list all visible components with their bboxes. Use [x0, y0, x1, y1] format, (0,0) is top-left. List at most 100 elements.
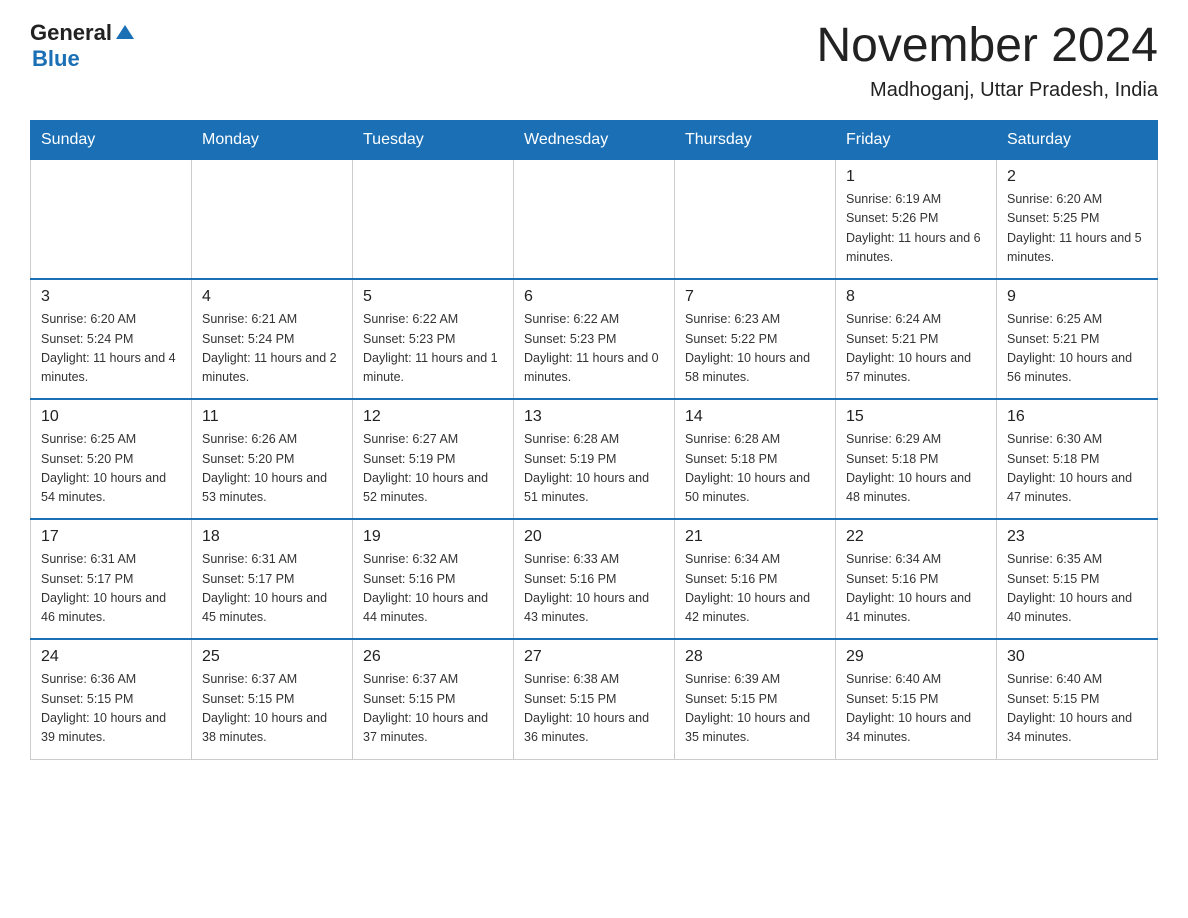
table-row: 19 Sunrise: 6:32 AMSunset: 5:16 PMDayligh… — [353, 519, 514, 639]
calendar-table: Sunday Monday Tuesday Wednesday Thursday… — [30, 120, 1158, 760]
day-number: 11 — [202, 408, 342, 426]
day-number: 7 — [685, 288, 825, 306]
table-row — [514, 159, 675, 279]
table-row: 13 Sunrise: 6:28 AMSunset: 5:19 PMDayligh… — [514, 399, 675, 519]
table-row — [192, 159, 353, 279]
title-section: November 2024 Madhoganj, Uttar Pradesh, … — [816, 20, 1158, 102]
day-info: Sunrise: 6:40 AMSunset: 5:15 PMDaylight:… — [846, 670, 986, 748]
table-row: 22 Sunrise: 6:34 AMSunset: 5:16 PMDayligh… — [836, 519, 997, 639]
calendar-week-row: 10 Sunrise: 6:25 AMSunset: 5:20 PMDayligh… — [31, 399, 1158, 519]
day-info: Sunrise: 6:37 AMSunset: 5:15 PMDaylight:… — [202, 670, 342, 748]
day-number: 6 — [524, 288, 664, 306]
table-row — [675, 159, 836, 279]
day-info: Sunrise: 6:33 AMSunset: 5:16 PMDaylight:… — [524, 550, 664, 628]
table-row — [31, 159, 192, 279]
day-info: Sunrise: 6:22 AMSunset: 5:23 PMDaylight:… — [524, 310, 664, 388]
day-info: Sunrise: 6:20 AMSunset: 5:24 PMDaylight:… — [41, 310, 181, 388]
calendar-week-row: 3 Sunrise: 6:20 AMSunset: 5:24 PMDaylight… — [31, 279, 1158, 399]
header-saturday: Saturday — [997, 120, 1158, 159]
table-row: 9Sunrise: 6:25 AMSunset: 5:21 PMDaylight… — [997, 279, 1158, 399]
day-number: 26 — [363, 648, 503, 666]
day-number: 4 — [202, 288, 342, 306]
table-row — [353, 159, 514, 279]
calendar-subtitle: Madhoganj, Uttar Pradesh, India — [816, 79, 1158, 102]
day-info: Sunrise: 6:31 AMSunset: 5:17 PMDaylight:… — [41, 550, 181, 628]
day-number: 22 — [846, 528, 986, 546]
calendar-week-row: 24Sunrise: 6:36 AMSunset: 5:15 PMDayligh… — [31, 639, 1158, 759]
table-row: 5 Sunrise: 6:22 AMSunset: 5:23 PMDaylight… — [353, 279, 514, 399]
day-number: 23 — [1007, 528, 1147, 546]
table-row: 14 Sunrise: 6:28 AMSunset: 5:18 PMDayligh… — [675, 399, 836, 519]
table-row: 25 Sunrise: 6:37 AMSunset: 5:15 PMDayligh… — [192, 639, 353, 759]
day-info: Sunrise: 6:34 AMSunset: 5:16 PMDaylight:… — [685, 550, 825, 628]
table-row: 29 Sunrise: 6:40 AMSunset: 5:15 PMDayligh… — [836, 639, 997, 759]
day-number: 30 — [1007, 648, 1147, 666]
day-info: Sunrise: 6:32 AMSunset: 5:16 PMDaylight:… — [363, 550, 503, 628]
table-row: 28 Sunrise: 6:39 AMSunset: 5:15 PMDayligh… — [675, 639, 836, 759]
day-number: 18 — [202, 528, 342, 546]
logo-general-text: General — [30, 20, 112, 46]
day-info: Sunrise: 6:30 AMSunset: 5:18 PMDaylight:… — [1007, 430, 1147, 508]
table-row: 15 Sunrise: 6:29 AMSunset: 5:18 PMDayligh… — [836, 399, 997, 519]
day-info: Sunrise: 6:37 AMSunset: 5:15 PMDaylight:… — [363, 670, 503, 748]
day-info: Sunrise: 6:25 AMSunset: 5:20 PMDaylight:… — [41, 430, 181, 508]
header-wednesday: Wednesday — [514, 120, 675, 159]
day-info: Sunrise: 6:35 AMSunset: 5:15 PMDaylight:… — [1007, 550, 1147, 628]
day-number: 24 — [41, 648, 181, 666]
logo-blue-text: Blue — [32, 46, 136, 72]
table-row: 1 Sunrise: 6:19 AMSunset: 5:26 PMDaylight… — [836, 159, 997, 279]
table-row: 10 Sunrise: 6:25 AMSunset: 5:20 PMDayligh… — [31, 399, 192, 519]
day-number: 25 — [202, 648, 342, 666]
day-info: Sunrise: 6:19 AMSunset: 5:26 PMDaylight:… — [846, 190, 986, 268]
day-number: 10 — [41, 408, 181, 426]
table-row: 20Sunrise: 6:33 AMSunset: 5:16 PMDayligh… — [514, 519, 675, 639]
day-number: 3 — [41, 288, 181, 306]
day-number: 14 — [685, 408, 825, 426]
day-number: 2 — [1007, 168, 1147, 186]
page-header: General Blue November 2024 Madhoganj, Ut… — [30, 20, 1158, 102]
day-number: 17 — [41, 528, 181, 546]
table-row: 24Sunrise: 6:36 AMSunset: 5:15 PMDayligh… — [31, 639, 192, 759]
day-info: Sunrise: 6:34 AMSunset: 5:16 PMDaylight:… — [846, 550, 986, 628]
day-info: Sunrise: 6:23 AMSunset: 5:22 PMDaylight:… — [685, 310, 825, 388]
day-info: Sunrise: 6:24 AMSunset: 5:21 PMDaylight:… — [846, 310, 986, 388]
table-row: 17 Sunrise: 6:31 AMSunset: 5:17 PMDayligh… — [31, 519, 192, 639]
table-row: 26 Sunrise: 6:37 AMSunset: 5:15 PMDayligh… — [353, 639, 514, 759]
table-row: 27Sunrise: 6:38 AMSunset: 5:15 PMDayligh… — [514, 639, 675, 759]
day-info: Sunrise: 6:39 AMSunset: 5:15 PMDaylight:… — [685, 670, 825, 748]
day-info: Sunrise: 6:22 AMSunset: 5:23 PMDaylight:… — [363, 310, 503, 388]
calendar-title: November 2024 — [816, 20, 1158, 73]
weekday-header-row: Sunday Monday Tuesday Wednesday Thursday… — [31, 120, 1158, 159]
header-monday: Monday — [192, 120, 353, 159]
day-number: 8 — [846, 288, 986, 306]
day-info: Sunrise: 6:28 AMSunset: 5:19 PMDaylight:… — [524, 430, 664, 508]
day-number: 15 — [846, 408, 986, 426]
table-row: 6 Sunrise: 6:22 AMSunset: 5:23 PMDaylight… — [514, 279, 675, 399]
day-info: Sunrise: 6:27 AMSunset: 5:19 PMDaylight:… — [363, 430, 503, 508]
day-info: Sunrise: 6:40 AMSunset: 5:15 PMDaylight:… — [1007, 670, 1147, 748]
day-number: 1 — [846, 168, 986, 186]
day-number: 19 — [363, 528, 503, 546]
table-row: 18Sunrise: 6:31 AMSunset: 5:17 PMDayligh… — [192, 519, 353, 639]
table-row: 30 Sunrise: 6:40 AMSunset: 5:15 PMDayligh… — [997, 639, 1158, 759]
day-number: 12 — [363, 408, 503, 426]
day-number: 5 — [363, 288, 503, 306]
day-number: 21 — [685, 528, 825, 546]
day-info: Sunrise: 6:26 AMSunset: 5:20 PMDaylight:… — [202, 430, 342, 508]
table-row: 7 Sunrise: 6:23 AMSunset: 5:22 PMDaylight… — [675, 279, 836, 399]
day-number: 29 — [846, 648, 986, 666]
header-friday: Friday — [836, 120, 997, 159]
table-row: 23 Sunrise: 6:35 AMSunset: 5:15 PMDayligh… — [997, 519, 1158, 639]
header-thursday: Thursday — [675, 120, 836, 159]
day-info: Sunrise: 6:38 AMSunset: 5:15 PMDaylight:… — [524, 670, 664, 748]
day-info: Sunrise: 6:29 AMSunset: 5:18 PMDaylight:… — [846, 430, 986, 508]
day-number: 13 — [524, 408, 664, 426]
day-info: Sunrise: 6:28 AMSunset: 5:18 PMDaylight:… — [685, 430, 825, 508]
day-info: Sunrise: 6:20 AMSunset: 5:25 PMDaylight:… — [1007, 190, 1147, 268]
header-tuesday: Tuesday — [353, 120, 514, 159]
table-row: 12 Sunrise: 6:27 AMSunset: 5:19 PMDayligh… — [353, 399, 514, 519]
calendar-week-row: 1 Sunrise: 6:19 AMSunset: 5:26 PMDaylight… — [31, 159, 1158, 279]
table-row: 8 Sunrise: 6:24 AMSunset: 5:21 PMDaylight… — [836, 279, 997, 399]
table-row: 2 Sunrise: 6:20 AMSunset: 5:25 PMDaylight… — [997, 159, 1158, 279]
day-number: 28 — [685, 648, 825, 666]
